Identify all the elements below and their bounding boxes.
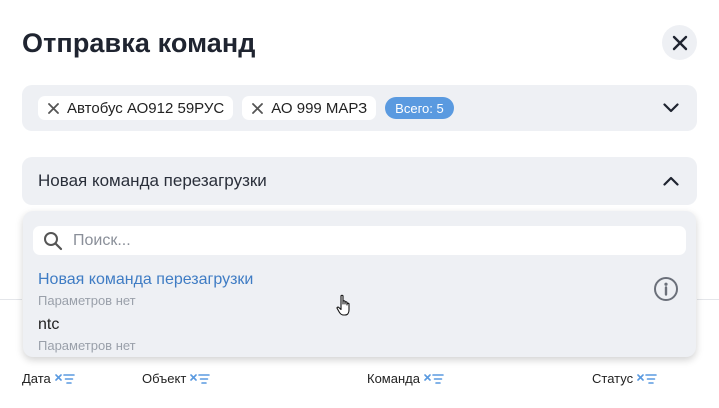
filter-sort-icon[interactable] <box>637 373 657 385</box>
close-icon <box>672 35 687 50</box>
column-header-command[interactable]: Команда <box>367 371 444 386</box>
divider <box>697 299 719 300</box>
filter-sort-icon[interactable] <box>424 373 444 385</box>
close-button[interactable] <box>662 25 697 60</box>
chip-remove-button[interactable] <box>45 100 61 116</box>
column-header-label: Статус <box>592 371 634 386</box>
filter-sort-icon[interactable] <box>190 373 211 385</box>
dropdown-option[interactable]: Новая команда перезагрузки Параметров не… <box>38 271 253 308</box>
search-icon <box>44 231 63 250</box>
table-header: Дата Объект Команда Статус <box>0 371 719 391</box>
info-icon[interactable] <box>653 276 679 302</box>
option-label: Новая команда перезагрузки <box>38 271 254 288</box>
vehicle-chip-label: АО 999 МАРЗ <box>271 99 368 117</box>
column-header-label: Дата <box>22 371 51 386</box>
send-commands-modal: Отправка команд Автобус АО912 59РУС АО 9… <box>0 0 719 408</box>
chip-remove-button[interactable] <box>249 100 265 116</box>
column-header-status[interactable]: Статус <box>592 371 657 386</box>
x-icon <box>251 102 263 114</box>
vehicle-multiselect[interactable]: Автобус АО912 59РУС АО 999 МАРЗ Всего: 5 <box>22 85 697 131</box>
column-header-label: Объект <box>142 371 187 386</box>
search-box[interactable] <box>33 226 686 255</box>
column-header-date[interactable]: Дата <box>22 371 75 386</box>
modal-title: Отправка команд <box>22 28 256 58</box>
option-subtitle: Параметров нет <box>38 338 136 353</box>
search-input[interactable] <box>71 230 655 251</box>
option-label: ntc <box>38 316 60 333</box>
chevron-up-icon[interactable] <box>663 176 679 186</box>
total-count-badge: Всего: 5 <box>385 97 454 119</box>
column-header-object[interactable]: Объект <box>142 371 211 386</box>
command-dropdown: Новая команда перезагрузки Параметров не… <box>23 211 696 357</box>
vehicle-chip-label: Автобус АО912 59РУС <box>67 99 225 117</box>
dropdown-option[interactable]: ntc Параметров нет <box>38 316 136 353</box>
column-header-label: Команда <box>367 371 420 386</box>
vehicle-chip: АО 999 МАРЗ <box>242 96 377 120</box>
command-select[interactable]: Новая команда перезагрузки <box>22 157 697 205</box>
option-subtitle: Параметров нет <box>38 293 136 308</box>
divider <box>0 299 22 300</box>
filter-sort-icon[interactable] <box>54 373 75 385</box>
vehicle-chip: Автобус АО912 59РУС <box>38 96 234 120</box>
command-select-value: Новая команда перезагрузки <box>38 171 267 190</box>
chevron-down-icon[interactable] <box>663 103 679 113</box>
x-icon <box>47 102 59 114</box>
